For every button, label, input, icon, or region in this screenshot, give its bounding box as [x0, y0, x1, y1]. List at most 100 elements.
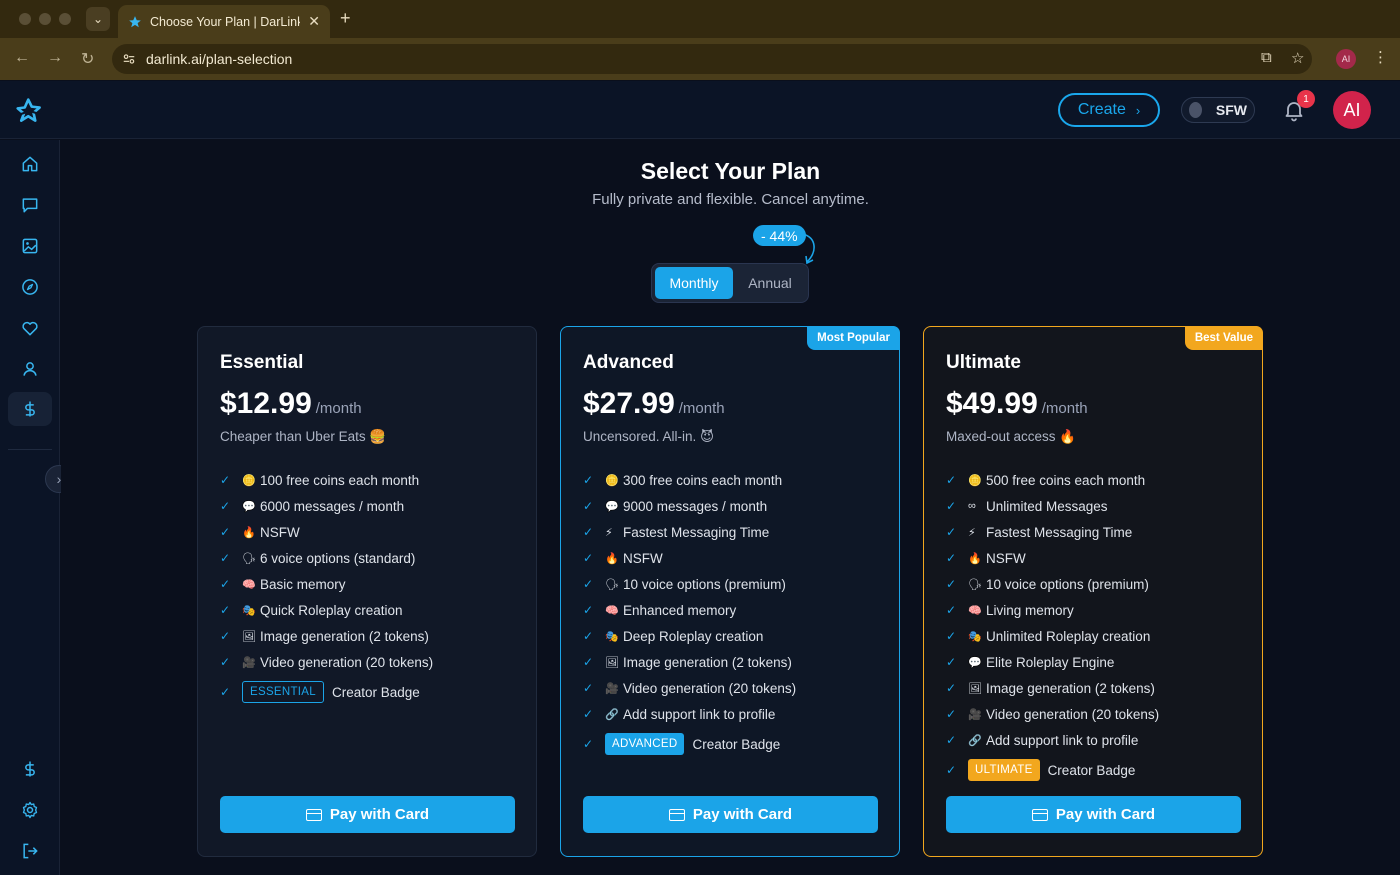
- creator-badge-ultimate: ULTIMATE: [968, 759, 1040, 781]
- check-icon: ✓: [946, 629, 957, 643]
- plan-tagline: Uncensored. All-in. 😈: [583, 429, 715, 444]
- price-row: $12.99 /month: [220, 387, 362, 421]
- feature-text: Enhanced memory: [623, 602, 737, 618]
- tab-search-button[interactable]: ⌄: [86, 7, 110, 31]
- pay-button-label: Pay with Card: [692, 806, 793, 823]
- pay-button-label: Pay with Card: [329, 806, 430, 823]
- feature-item: ✓ 🧠 Living memory: [946, 597, 1159, 623]
- logout-icon: [23, 843, 38, 859]
- check-icon: ✓: [583, 707, 594, 721]
- feature-text: Add support link to profile: [986, 732, 1139, 748]
- translate-icon[interactable]: ⧉: [1261, 49, 1272, 66]
- feature-item: ✓ 🔗 Add support link to profile: [583, 701, 796, 727]
- feature-list: ✓ 🪙 500 free coins each month ✓ ∞ Unlimited …: [946, 467, 1159, 785]
- darlink-logo-icon[interactable]: [16, 97, 44, 125]
- feature-icon: 🗣: [968, 578, 982, 591]
- browser-menu-icon[interactable]: ⋮: [1373, 48, 1388, 66]
- close-tab-icon[interactable]: ✕: [308, 13, 320, 30]
- feature-icon: 🧠: [968, 604, 982, 617]
- minimize-window-button[interactable]: [39, 13, 51, 25]
- check-icon: ✓: [583, 681, 594, 695]
- new-tab-icon[interactable]: +: [340, 8, 351, 29]
- feature-item: ✓ 🗣 10 voice options (premium): [946, 571, 1159, 597]
- feature-item: ✓ 🎥 Video generation (20 tokens): [583, 675, 796, 701]
- plan-name: Advanced: [583, 352, 674, 373]
- feature-item: ✓ 🗣 10 voice options (premium): [583, 571, 796, 597]
- feature-text: Creator Badge: [1047, 762, 1136, 778]
- feature-item: ✓ 🖼 Image generation (2 tokens): [220, 623, 433, 649]
- feature-item: ✓ 🎥 Video generation (20 tokens): [220, 649, 433, 675]
- browser-tab[interactable]: Choose Your Plan | DarLink ✕: [118, 5, 330, 38]
- sidebar-item-logout[interactable]: [8, 834, 52, 868]
- sidebar-item-billing[interactable]: [8, 752, 52, 786]
- sidebar-item-chat[interactable]: [8, 188, 52, 222]
- plan-period: /month: [1041, 400, 1088, 417]
- feature-text: Image generation (2 tokens): [986, 680, 1155, 696]
- check-icon: ✓: [583, 551, 594, 565]
- plan-tagline: Maxed-out access 🔥: [946, 429, 1077, 444]
- browser-profile-avatar[interactable]: AI: [1336, 49, 1356, 69]
- feature-icon: 💬: [242, 500, 256, 513]
- home-icon: [22, 156, 38, 172]
- chevron-right-icon: ›: [1135, 102, 1141, 118]
- sidebar-item-pricing[interactable]: [8, 392, 52, 426]
- check-icon: ✓: [220, 577, 231, 591]
- billing-annual-option[interactable]: Annual: [735, 267, 805, 299]
- feature-item: ✓ 💬 Elite Roleplay Engine: [946, 649, 1159, 675]
- maximize-window-button[interactable]: [59, 13, 71, 25]
- check-icon: ✓: [583, 499, 594, 513]
- feature-icon: 🖼: [242, 630, 256, 643]
- feature-icon: 🗣: [605, 578, 619, 591]
- sfw-toggle[interactable]: SFW: [1181, 97, 1255, 123]
- check-icon: ✓: [946, 603, 957, 617]
- check-icon: ✓: [220, 525, 231, 539]
- feature-item: ✓ 💬 6000 messages / month: [220, 493, 433, 519]
- image-icon: [22, 238, 38, 254]
- url-bar[interactable]: darlink.ai/plan-selection: [112, 44, 1312, 74]
- back-icon[interactable]: ←: [14, 49, 30, 67]
- feature-icon: 🎥: [605, 682, 619, 695]
- tab-title: Choose Your Plan | DarLink: [150, 14, 301, 29]
- price-row: $27.99 /month: [583, 387, 725, 421]
- sidebar-item-explore[interactable]: [8, 270, 52, 304]
- annual-discount-badge: - 44%: [753, 225, 806, 246]
- feature-item: ✓ 🗣 6 voice options (standard): [220, 545, 433, 571]
- feature-icon: 🧠: [605, 604, 619, 617]
- pay-with-card-button[interactable]: Pay with Card: [583, 796, 878, 833]
- feature-icon: 🎭: [968, 630, 982, 643]
- close-window-button[interactable]: [19, 13, 31, 25]
- check-icon: ✓: [946, 681, 957, 695]
- best-value-ribbon: Best Value: [1184, 326, 1263, 350]
- billing-monthly-option[interactable]: Monthly: [655, 267, 733, 299]
- forward-icon[interactable]: →: [47, 49, 63, 67]
- user-avatar[interactable]: AI: [1333, 91, 1371, 129]
- compass-icon: [22, 279, 38, 295]
- feature-item: ✓ 🪙 100 free coins each month: [220, 467, 433, 493]
- feature-text: NSFW: [260, 524, 300, 540]
- sidebar-item-home[interactable]: [8, 147, 52, 181]
- credit-card-icon: [305, 808, 322, 821]
- pay-button-label: Pay with Card: [1055, 806, 1156, 823]
- feature-item: ✓ 🔗 Add support link to profile: [946, 727, 1159, 753]
- pay-with-card-button[interactable]: Pay with Card: [946, 796, 1241, 833]
- feature-icon: 🪙: [242, 474, 256, 487]
- site-settings-icon[interactable]: [122, 52, 136, 66]
- feature-text: Quick Roleplay creation: [260, 602, 403, 618]
- create-button[interactable]: Create ›: [1058, 93, 1160, 127]
- feature-icon: 🖼: [605, 656, 619, 669]
- bookmark-star-icon[interactable]: ☆: [1291, 49, 1304, 67]
- feature-item: ✓ 🪙 500 free coins each month: [946, 467, 1159, 493]
- pay-with-card-button[interactable]: Pay with Card: [220, 796, 515, 833]
- feature-icon: 🎥: [242, 656, 256, 669]
- feature-text: Fastest Messaging Time: [986, 524, 1133, 540]
- feature-text: Unlimited Messages: [986, 498, 1108, 514]
- sidebar-item-settings[interactable]: [8, 793, 52, 827]
- sidebar-item-gallery[interactable]: [8, 229, 52, 263]
- sidebar-item-profile[interactable]: [8, 352, 52, 386]
- chat-icon: [22, 198, 38, 213]
- feature-item: ✓ 🧠 Enhanced memory: [583, 597, 796, 623]
- sidebar-item-favorites[interactable]: [8, 311, 52, 345]
- reload-icon[interactable]: ↻: [81, 49, 94, 69]
- user-icon: [23, 362, 37, 376]
- url-text: darlink.ai/plan-selection: [146, 51, 293, 67]
